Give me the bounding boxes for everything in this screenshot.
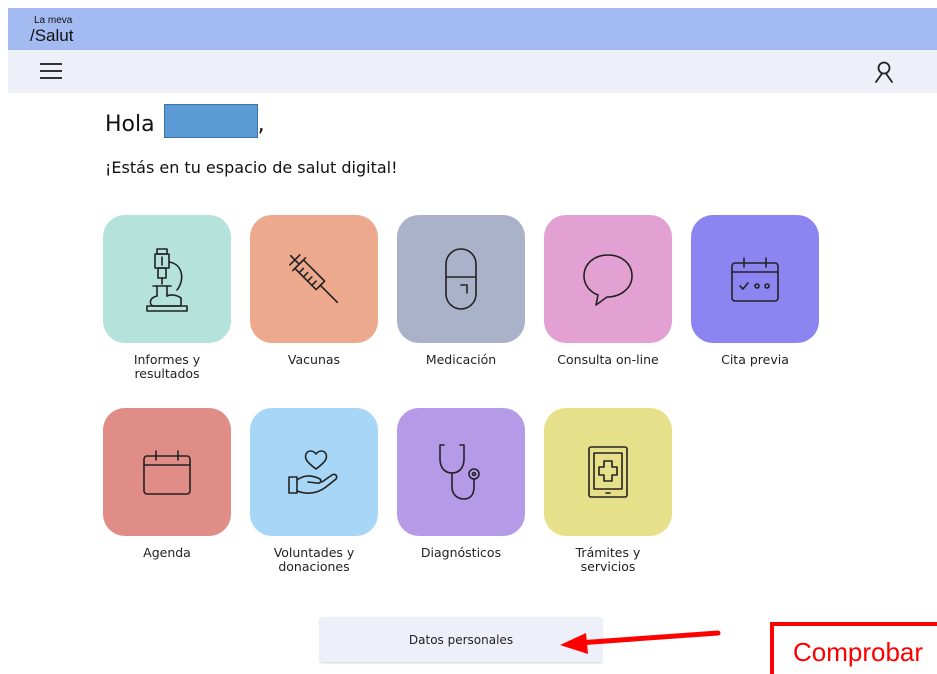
tile-icon-box <box>250 408 378 536</box>
calendar-appointment-icon <box>731 257 779 302</box>
tile-icon-box <box>103 408 231 536</box>
tile-icon-box <box>397 408 525 536</box>
greeting-comma: , <box>257 112 265 137</box>
tile-tramites-servicios[interactable]: Trámites y servicios <box>544 408 672 575</box>
tile-consulta-online[interactable]: Consulta on-line <box>544 215 672 367</box>
user-icon[interactable] <box>874 61 894 83</box>
tile-label: Consulta on-line <box>544 352 672 367</box>
logo-line-1: La meva <box>34 15 73 26</box>
tile-label: Vacunas <box>250 352 378 367</box>
tablet-medical-icon <box>588 446 628 498</box>
tile-label-line-1: Trámites y <box>575 545 641 560</box>
tile-icon-box <box>544 408 672 536</box>
tile-icon-box <box>103 215 231 343</box>
tile-label-line-2: resultados <box>134 366 200 382</box>
calendar-icon <box>143 450 191 495</box>
tile-label: Medicación <box>397 352 525 367</box>
tile-cita-previa[interactable]: Cita previa <box>691 215 819 367</box>
app-logo[interactable]: La meva /Salut <box>30 15 74 45</box>
tile-vacunas[interactable]: Vacunas <box>250 215 378 367</box>
greeting-hello: Hola <box>105 112 155 137</box>
logo-line-2: /Salut <box>30 26 74 45</box>
tile-label-line-1: Diagnósticos <box>420 545 502 560</box>
tile-label-line-1: Informes y <box>133 352 201 367</box>
annotation-arrow <box>560 630 721 654</box>
tile-icon-box <box>397 215 525 343</box>
redacted-user-name <box>163 104 258 138</box>
tile-label-line-2: donaciones <box>278 559 350 575</box>
tile-medicacion[interactable]: Medicación <box>397 215 525 367</box>
tile-label-line-1: Agenda <box>143 545 191 560</box>
tile-label-line-1: Cita previa <box>721 352 789 367</box>
tile-voluntades-donaciones[interactable]: Voluntades y donaciones <box>250 408 378 575</box>
heart-hand-icon <box>288 450 338 494</box>
hamburger-icon[interactable] <box>40 63 62 80</box>
pill-icon <box>445 248 477 310</box>
greeting-subtitle: ¡Estás en tu espacio de salut digital! <box>105 158 398 177</box>
tile-icon-box <box>250 215 378 343</box>
tile-icon-box <box>691 215 819 343</box>
tile-diagnosticos[interactable]: Diagnósticos <box>397 408 525 560</box>
top-header: La meva /Salut <box>8 8 937 50</box>
tile-label: Cita previa <box>691 352 819 367</box>
annotation-text: Comprobar <box>793 637 924 667</box>
microscope-icon <box>146 248 188 312</box>
tile-informes-resultados[interactable]: Informes y resultados <box>103 215 231 382</box>
tile-label: Trámites y servicios <box>544 545 672 575</box>
tile-agenda[interactable]: Agenda <box>103 408 231 560</box>
tile-label-line-1: Medicación <box>425 352 497 367</box>
tile-label-line-2: servicios <box>580 559 636 575</box>
tile-label: Informes y resultados <box>103 352 231 382</box>
greeting-heading: Hola , <box>105 104 265 138</box>
tile-label-line-1: Consulta on-line <box>557 352 659 367</box>
tile-label: Agenda <box>103 545 231 560</box>
tile-label: Diagnósticos <box>397 545 525 560</box>
stethoscope-icon <box>439 444 480 500</box>
chat-bubble-icon <box>583 254 633 306</box>
tile-label: Voluntades y donaciones <box>250 545 378 575</box>
nav-bar <box>8 50 937 93</box>
tile-icon-box <box>544 215 672 343</box>
tile-label-line-1: Voluntades y <box>273 545 355 560</box>
syringe-icon <box>289 254 339 304</box>
tile-label-line-1: Vacunas <box>287 352 341 367</box>
